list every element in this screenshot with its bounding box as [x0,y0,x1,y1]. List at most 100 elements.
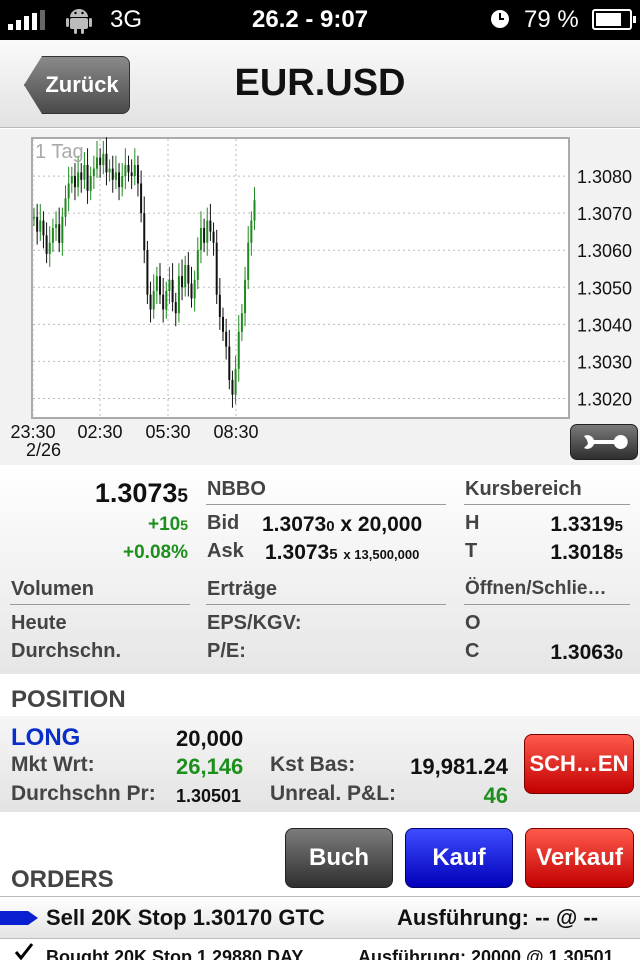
cost-basis-label: Kst Bas: [270,753,356,776]
candle-body [152,290,155,310]
network-type: 3G [110,6,143,33]
candle-body [67,183,70,199]
candle-body [51,227,54,243]
candle-body [45,235,48,254]
eps-label: EPS/KGV: [207,612,302,634]
candle-body [124,164,127,177]
page-title: EUR.USD [234,62,406,104]
candle-body [237,331,240,369]
unrealized-pnl-label: Unreal. P&L: [270,782,397,805]
candle-body [133,164,136,177]
candle-body [215,242,218,295]
candle-body [168,279,171,291]
unrealized-pnl: 46 [483,783,508,808]
candle-body [83,164,86,180]
candle-body [228,346,231,380]
candle-body [143,213,146,251]
book-button[interactable]: Buch [285,828,393,888]
bid-value: 1.30730 x 20,000 [262,513,423,536]
candle-body [39,220,42,232]
market-value-label: Mkt Wrt: [11,753,95,776]
order-row[interactable]: Bought 20K Stop 1.29880 DAY Ausführung: … [0,938,640,960]
candle-body [159,276,161,295]
candle-body [111,168,114,180]
cost-basis: 19,981.24 [410,754,508,779]
order-row[interactable]: Sell 20K Stop 1.30170 GTC Ausführung: --… [0,896,640,938]
candle-body [222,316,224,332]
earnings-header: Erträge [207,578,278,600]
volume-today-label: Heute [11,612,67,634]
candle-body [127,164,130,173]
candle-body [212,231,215,243]
order-description: Sell 20K Stop 1.30170 GTC [46,905,325,930]
candle-body [187,265,190,284]
chart-date-label: 2/26 [26,440,61,460]
close-value: 1.30630 [550,641,623,664]
close-label: C [465,640,480,662]
sell-button[interactable]: Verkauf [525,828,634,888]
candle-body [206,220,209,243]
status-bar: 3G 26.2 - 9:07 79 % [0,0,640,40]
candle-body [48,242,51,254]
order-execution: Ausführung: -- @ -- [397,905,599,930]
candlestick-chart: 1 Tag 1.3080 1.3070 1.3060 1.3050 1.3040 1.30… [10,137,632,460]
low-label: T [465,540,478,562]
candle-body [73,176,76,188]
candle-body [149,294,152,310]
candle-body [240,313,243,332]
buy-button[interactable]: Kauf [405,828,513,888]
nbbo-header: NBBO [207,478,266,500]
candle-body [92,168,95,177]
close-position-button[interactable]: SCH…EN [524,734,634,794]
quote-details: 1.30735 +105 +0.08% Volumen Heute Durchs… [0,466,640,674]
candle-body [165,290,168,310]
price-change-percent: +0.08% [123,542,188,563]
chart-period-label: 1 Tag [35,141,84,163]
candle-body [86,164,89,191]
candle-body [118,172,121,188]
candle-body [80,172,83,180]
candle-body [155,276,158,291]
y-tick-label: 1.3030 [577,352,632,372]
bid-label: Bid [207,512,240,534]
order-description: Bought 20K Stop 1.29880 DAY [46,947,304,960]
order-execution: Ausführung: 20000 @ 1.30501 [358,947,614,960]
candle-body [121,176,124,188]
y-tick-label: 1.3070 [577,204,632,224]
status-datetime: 26.2 - 9:07 [252,6,369,33]
price-chart[interactable]: 1 Tag 1.3080 1.3070 1.3060 1.3050 1.3040 1.30… [0,129,640,465]
candle-body [193,279,196,299]
average-price-label: Durchschn Pr: [11,782,156,805]
chart-settings-button[interactable] [570,424,638,460]
navigation-bar: Zurück EUR.USD [0,40,640,128]
candle-body [218,294,221,317]
y-tick-label: 1.3050 [577,278,632,298]
candle-body [108,168,111,173]
open-close-header: Öffnen/Schlie… [465,578,607,599]
candle-body [209,220,212,232]
candle-body [55,224,58,228]
high-value: 1.33195 [550,513,623,536]
ask-label: Ask [207,540,244,562]
signal-strength-icon [8,10,48,30]
candle-body [140,183,143,214]
x-tick-label: 08:30 [213,422,258,442]
position-section-header: POSITION [0,676,640,716]
volume-header: Volumen [11,578,94,600]
candle-body [96,157,98,169]
android-icon [66,9,92,34]
battery-icon [592,9,636,30]
candle-body [250,220,253,243]
candle-body [105,153,108,173]
candle-body [61,216,64,243]
candle-body [225,331,228,347]
wrench-icon [584,435,628,449]
candle-body [234,368,237,395]
candle-body [130,172,133,177]
candle-body [171,279,174,303]
candle-body [136,164,139,184]
low-value: 1.30185 [550,541,623,564]
orders-title: ORDERS [11,866,114,893]
last-price: 1.30735 [94,478,188,508]
candle-body [99,157,102,165]
